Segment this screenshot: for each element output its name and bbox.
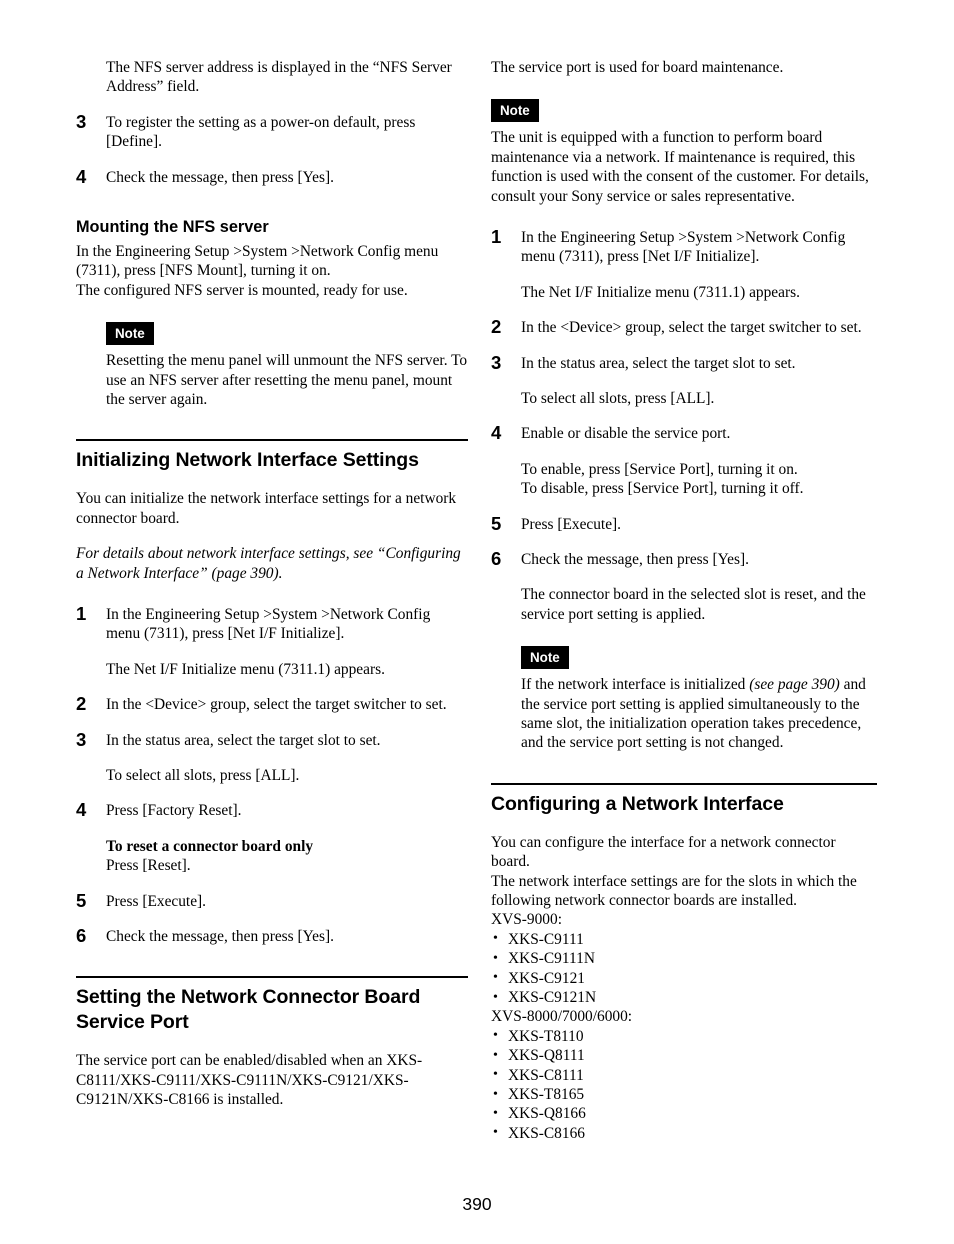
- board-list-xvs-9000: XKS-C9111 XKS-C9111N XKS-C9121 XKS-C9121…: [491, 929, 877, 1008]
- note-badge: Note: [106, 322, 154, 346]
- step-item: 4 Enable or disable the service port.: [491, 422, 877, 444]
- section-heading-setting-network-connector-board-service-port: Setting the Network Connector Board Serv…: [76, 986, 421, 1034]
- list-item: XKS-T8165: [491, 1085, 877, 1105]
- step-item: 5 Press [Execute].: [491, 512, 877, 534]
- left-column: The NFS server address is displayed in t…: [76, 58, 468, 1110]
- step-result-text: To select all slots, press [ALL].: [521, 389, 715, 407]
- list-item: XKS-C9111N: [491, 949, 877, 969]
- step-text: In the status area, select the target sl…: [521, 354, 796, 372]
- section-heading-configuring-a-network-interface: Configuring a Network Interface: [491, 792, 784, 815]
- note-block: Note The unit is equipped with a functio…: [491, 99, 877, 206]
- step-text: Press [Execute].: [106, 892, 207, 910]
- step-sub-text: Press [Reset].: [106, 857, 191, 875]
- configuring-intro-line-1: You can configure the interface for a ne…: [491, 833, 836, 871]
- step-text: Press [Factory Reset].: [106, 802, 242, 820]
- cross-reference-note: For details about network interface sett…: [76, 545, 461, 582]
- section-heading-initializing-network-interface-settings: Initializing Network Interface Settings: [76, 449, 419, 472]
- page-number: 390: [462, 1194, 492, 1214]
- step-item: 4 Check the message, then press [Yes].: [76, 165, 468, 187]
- step-number: 4: [76, 799, 87, 821]
- step-text: In the status area, select the target sl…: [106, 731, 381, 749]
- document-page: The NFS server address is displayed in t…: [0, 0, 954, 1244]
- step-number: 4: [76, 165, 87, 187]
- step-result-text: The Net I/F Initialize menu (7311.1) app…: [521, 283, 800, 301]
- list-item: XKS-C8111: [491, 1065, 877, 1085]
- step-item: 6 Check the message, then press [Yes].: [491, 548, 877, 569]
- step-number: 6: [491, 548, 502, 569]
- step-text: Check the message, then press [Yes].: [106, 168, 334, 186]
- note-block: Note Resetting the menu panel will unmou…: [106, 322, 468, 409]
- step-text: Check the message, then press [Yes].: [521, 551, 749, 568]
- board-group-label-xvs-8000-7000-6000: XVS-8000/7000/6000:: [491, 1008, 633, 1026]
- step-number: 4: [491, 422, 502, 444]
- section-rule: [76, 976, 468, 979]
- step-text: In the <Device> group, select the target…: [106, 696, 447, 714]
- step-item: 3 In the status area, select the target …: [76, 728, 468, 750]
- service-port-intro: The service port can be enabled/disabled…: [76, 1052, 423, 1109]
- step-number: 3: [76, 728, 87, 750]
- step-subheading: To reset a connector board only: [106, 837, 314, 855]
- step-item: 3 In the status area, select the target …: [491, 351, 877, 373]
- nfs-address-paragraph: The NFS server address is displayed in t…: [106, 59, 452, 96]
- right-column: The service port is used for board maint…: [491, 58, 877, 1143]
- step-number: 3: [491, 351, 502, 373]
- section-rule: [491, 782, 877, 785]
- step-number: 1: [76, 603, 87, 624]
- initializing-intro: You can initialize the network interface…: [76, 490, 457, 527]
- step-item: 4 Press [Factory Reset].: [76, 799, 468, 821]
- note-block: Note If the network interface is initial…: [521, 646, 877, 753]
- list-item: XKS-C9111: [491, 929, 877, 949]
- step-result-text: The Net I/F Initialize menu (7311.1) app…: [106, 660, 385, 678]
- step-item: 3 To register the setting as a power-on …: [76, 110, 468, 152]
- configuring-intro-line-2: The network interface settings are for t…: [491, 872, 857, 909]
- list-item: XKS-Q8166: [491, 1104, 877, 1124]
- step-text: Press [Execute].: [521, 515, 622, 533]
- step-result-text: The connector board in the selected slot…: [521, 586, 866, 623]
- step-item: 5 Press [Execute].: [76, 889, 468, 911]
- step-result-text: To select all slots, press [ALL].: [106, 767, 300, 785]
- service-port-maintenance-paragraph: The service port is used for board maint…: [491, 59, 784, 76]
- list-item: XKS-T8110: [491, 1026, 877, 1046]
- step-number: 2: [491, 316, 502, 338]
- list-item: XKS-C9121N: [491, 987, 877, 1007]
- step-text: In the Engineering Setup >System >Networ…: [106, 606, 431, 643]
- step-number: 6: [76, 925, 87, 947]
- mounting-body-line-1: In the Engineering Setup >System >Networ…: [76, 243, 439, 280]
- board-group-label-xvs-9000: XVS-9000:: [491, 911, 562, 929]
- note-text: The unit is equipped with a function to …: [491, 129, 869, 205]
- list-item: XKS-C8166: [491, 1123, 877, 1143]
- board-list-xvs-8000-7000-6000: XKS-T8110 XKS-Q8111 XKS-C8111 XKS-T8165 …: [491, 1026, 877, 1143]
- note-text: Resetting the menu panel will unmount th…: [106, 352, 468, 408]
- list-item: XKS-Q8111: [491, 1046, 877, 1066]
- step-text: To register the setting as a power-on de…: [106, 113, 416, 151]
- step-number: 2: [76, 693, 87, 715]
- step-text: In the <Device> group, select the target…: [521, 319, 862, 337]
- note-badge: Note: [491, 99, 539, 123]
- step-number: 5: [491, 512, 502, 534]
- step-item: 6 Check the message, then press [Yes].: [76, 925, 468, 947]
- step-number: 1: [491, 225, 502, 247]
- note-badge: Note: [521, 646, 569, 670]
- step-text: Enable or disable the service port.: [521, 425, 731, 443]
- step-number: 3: [76, 110, 87, 132]
- mounting-body-line-2: The configured NFS server is mounted, re…: [76, 281, 408, 299]
- step-item: 2 In the <Device> group, select the targ…: [76, 693, 468, 715]
- step-item: 1 In the Engineering Setup >System >Netw…: [76, 603, 468, 644]
- step-text: In the Engineering Setup >System >Networ…: [521, 228, 846, 266]
- step-item: 1 In the Engineering Setup >System >Netw…: [491, 225, 877, 267]
- note-text: If the network interface is initialized …: [521, 675, 877, 753]
- subsection-heading-mounting-nfs-server: Mounting the NFS server: [76, 218, 269, 237]
- list-item: XKS-C9121: [491, 968, 877, 988]
- step-item: 2 In the <Device> group, select the targ…: [491, 316, 877, 338]
- note-text-part-1: If the network interface is initialized: [521, 676, 750, 694]
- step-sub-text: To enable, press [Service Port], turning…: [521, 460, 798, 478]
- note-text-page-reference: (see page 390): [749, 676, 840, 694]
- step-sub-text: To disable, press [Service Port], turnin…: [521, 480, 804, 498]
- step-number: 5: [76, 889, 87, 911]
- section-rule: [76, 439, 468, 442]
- step-text: Check the message, then press [Yes].: [106, 928, 334, 946]
